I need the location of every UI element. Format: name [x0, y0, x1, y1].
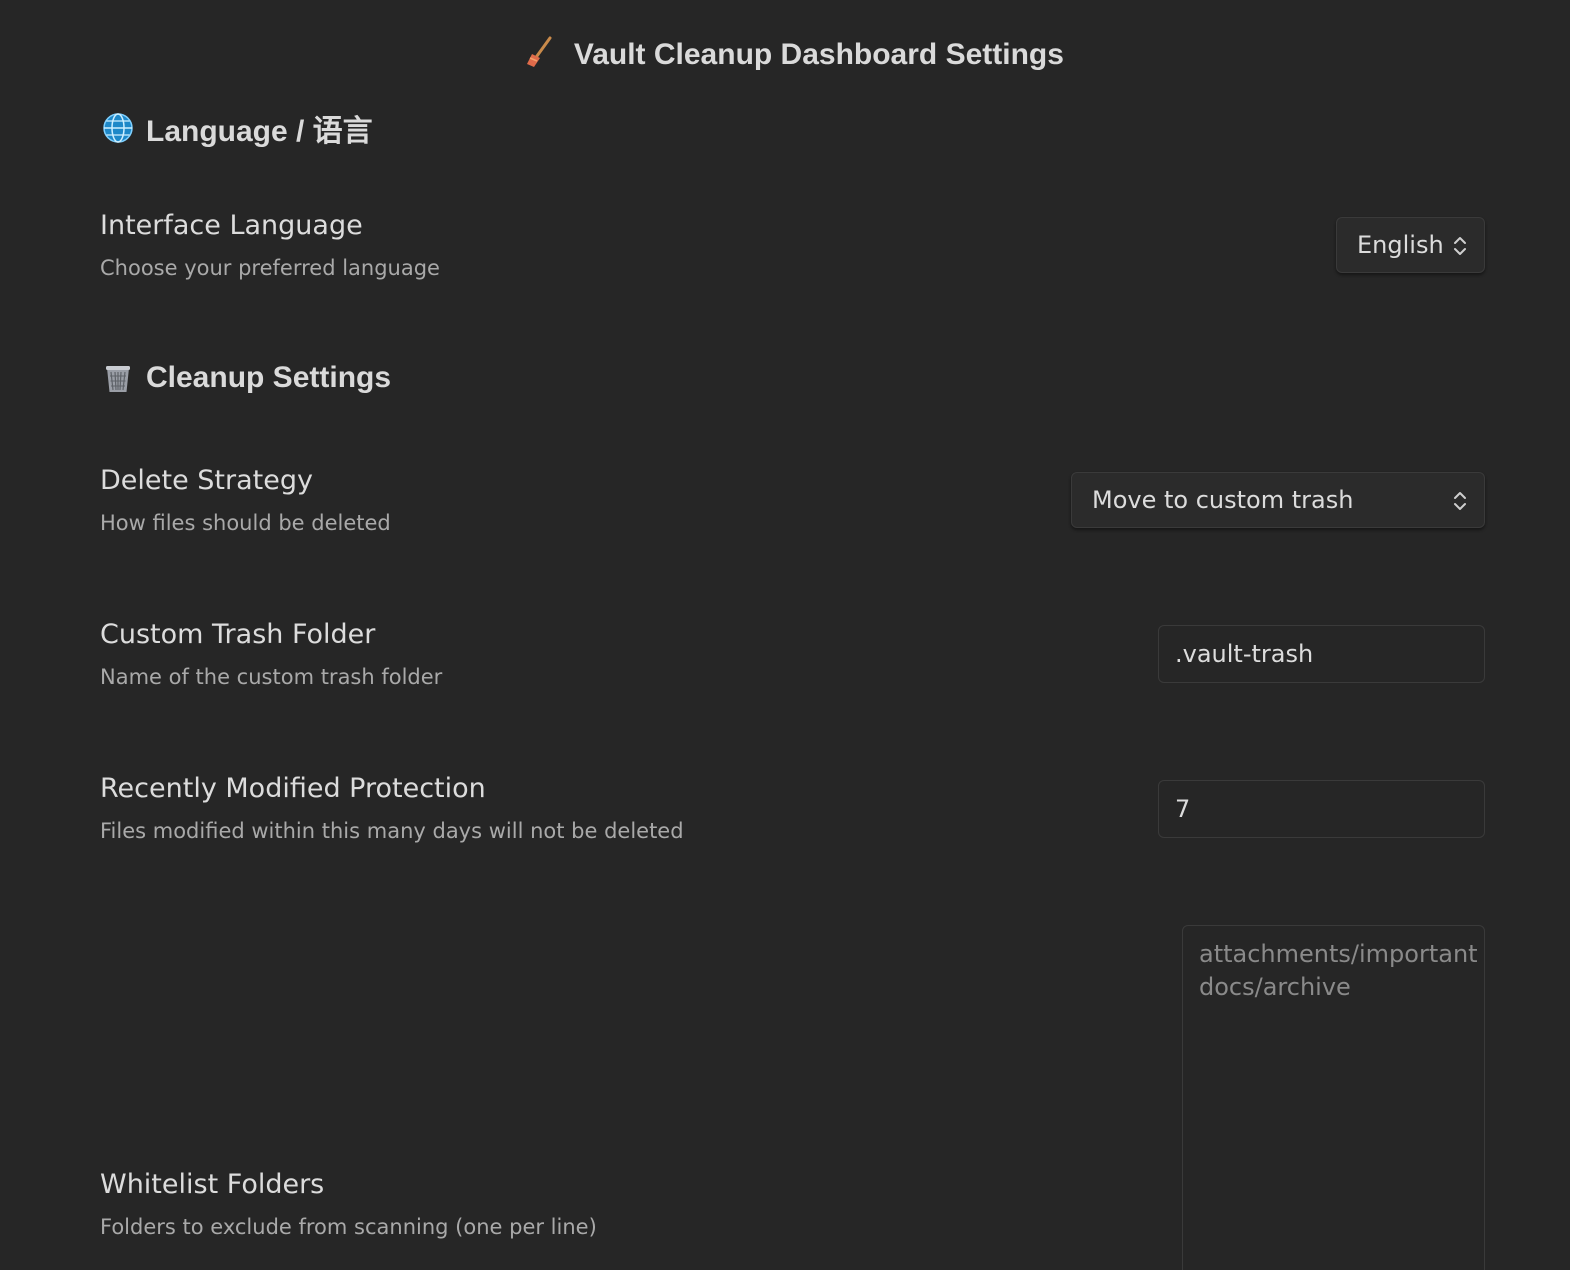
interface-language-value: English — [1357, 231, 1444, 259]
wastebasket-icon — [102, 362, 134, 394]
page-title-text: Vault Cleanup Dashboard Settings — [573, 38, 1064, 71]
whitelist-placeholder-line: attachments/important — [1199, 940, 1478, 968]
setting-desc-whitelist-folders: Folders to exclude from scanning (one pe… — [100, 1215, 597, 1239]
custom-trash-folder-input[interactable]: .vault-trash — [1158, 625, 1485, 683]
section-heading-cleanup-text: Cleanup Settings — [146, 361, 392, 394]
broom-icon — [526, 36, 560, 70]
section-heading-language: Language / 语言 — [102, 106, 373, 150]
setting-name-custom-trash-folder: Custom Trash Folder — [100, 619, 376, 650]
chevron-up-down-icon — [1454, 492, 1466, 510]
page-title: Vault Cleanup Dashboard Settings — [0, 36, 1570, 72]
setting-name-delete-strategy: Delete Strategy — [100, 465, 313, 496]
globe-icon — [102, 112, 134, 144]
setting-desc-custom-trash-folder: Name of the custom trash folder — [100, 665, 443, 689]
setting-name-interface-language: Interface Language — [100, 210, 363, 241]
chevron-up-down-icon — [1454, 237, 1466, 255]
section-heading-cleanup: Cleanup Settings — [102, 361, 391, 395]
section-heading-language-text: Language / 语言 — [146, 115, 373, 148]
recently-modified-days-input[interactable]: 7 — [1158, 780, 1485, 838]
whitelist-folders-textarea[interactable]: attachments/important docs/archive — [1182, 925, 1485, 1270]
setting-name-whitelist-folders: Whitelist Folders — [100, 1169, 325, 1200]
setting-desc-interface-language: Choose your preferred language — [100, 256, 440, 280]
whitelist-placeholder-line: docs/archive — [1199, 973, 1351, 1001]
setting-desc-recently-modified: Files modified within this many days wil… — [100, 819, 684, 843]
interface-language-dropdown[interactable]: English — [1336, 217, 1485, 273]
setting-desc-delete-strategy: How files should be deleted — [100, 511, 391, 535]
delete-strategy-value: Move to custom trash — [1092, 486, 1354, 514]
delete-strategy-dropdown[interactable]: Move to custom trash — [1071, 472, 1485, 528]
setting-name-recently-modified: Recently Modified Protection — [100, 773, 486, 804]
custom-trash-folder-value: .vault-trash — [1175, 640, 1314, 668]
recently-modified-value: 7 — [1175, 795, 1191, 823]
settings-page: Vault Cleanup Dashboard Settings Languag… — [0, 0, 1570, 1270]
